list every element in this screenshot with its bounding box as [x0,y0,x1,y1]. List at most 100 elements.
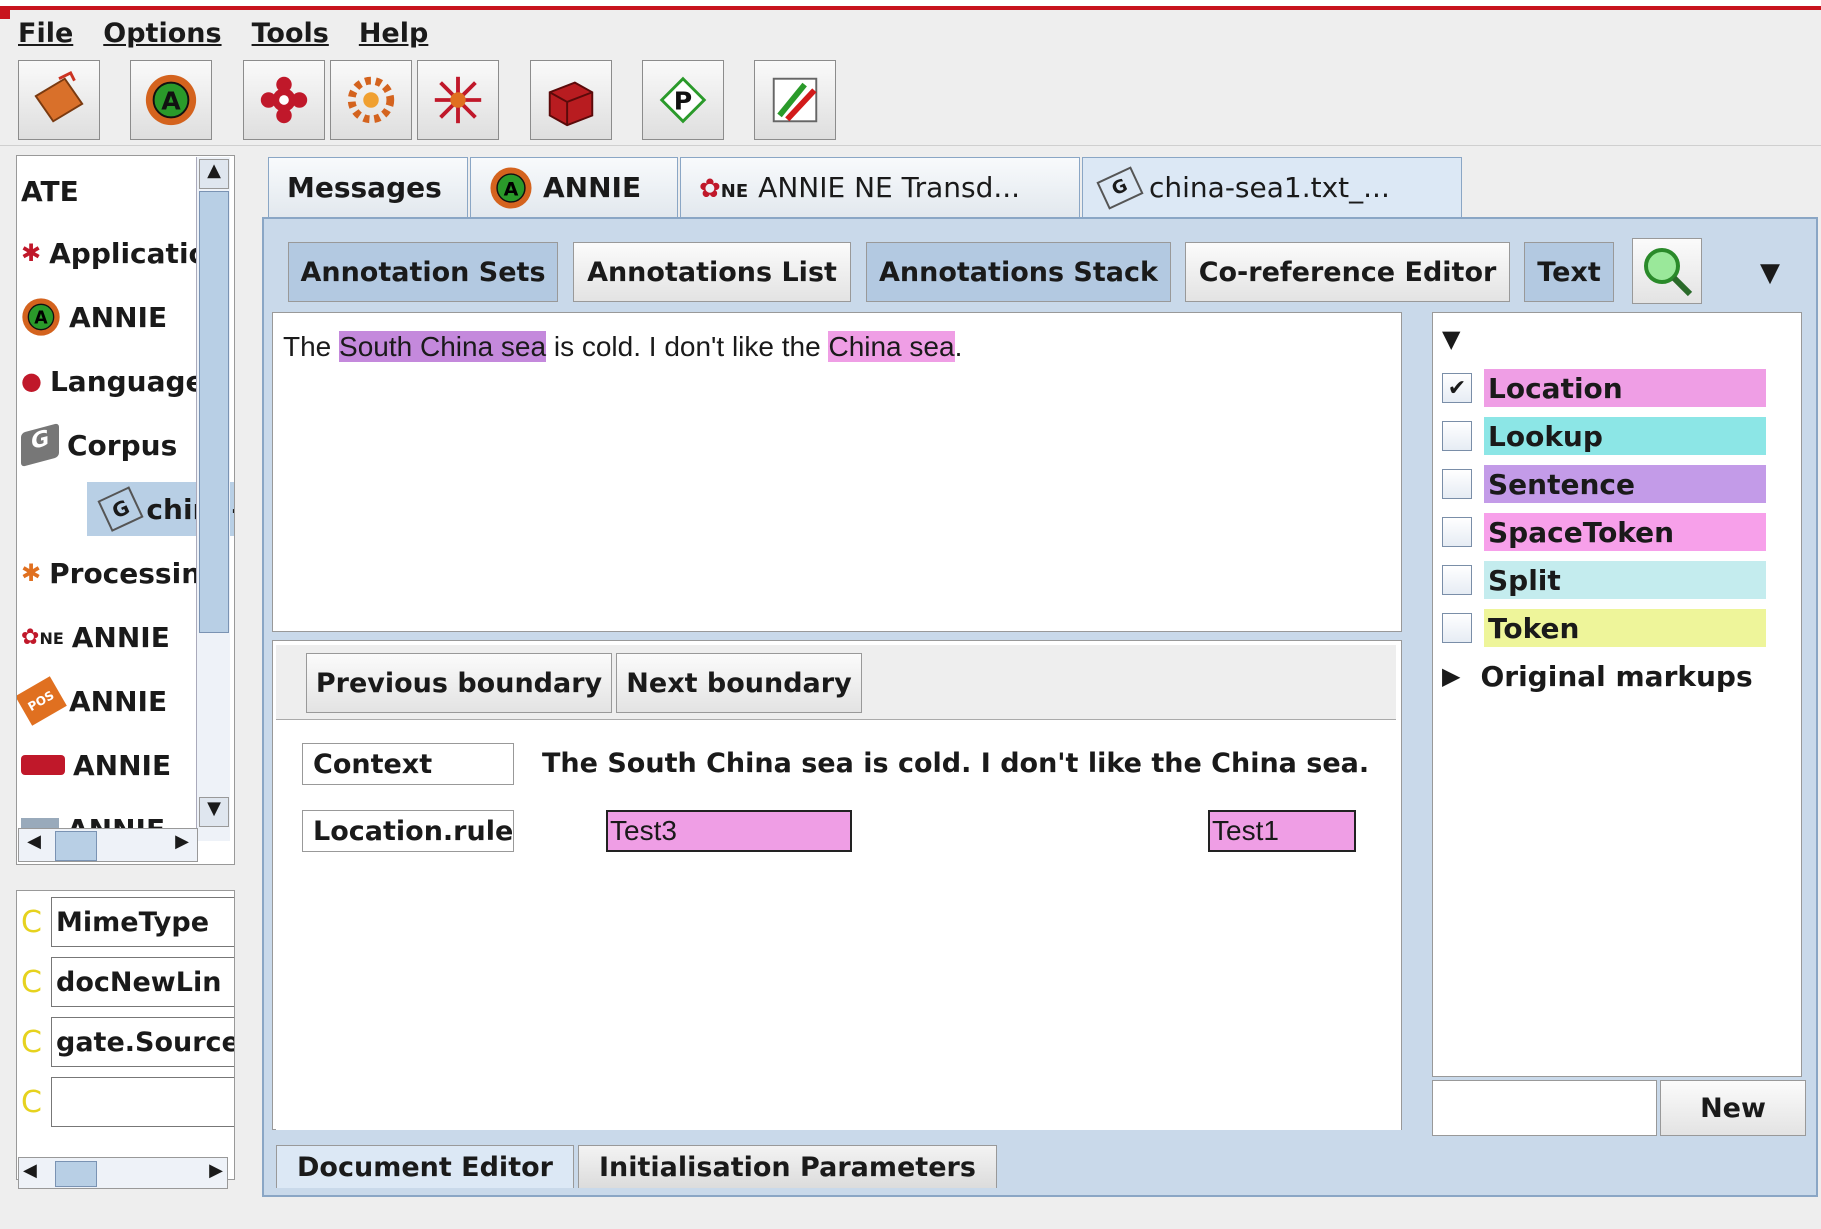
scroll-right-arrow[interactable]: ▶ [209,1160,223,1181]
set-row-spacetoken[interactable]: SpaceToken [1442,512,1766,552]
restore-session-button[interactable] [18,60,100,140]
annotation-box-test1[interactable]: Test1 [1208,810,1356,852]
annotations-list-toggle[interactable]: Annotations List [573,242,851,302]
toolbar: A P [0,54,1821,146]
menu-options[interactable]: Options [103,18,221,49]
applications-icon: ✱ [21,239,42,267]
checkbox[interactable] [1442,469,1472,499]
tab-document[interactable]: G china-sea1.txt_... [1082,157,1462,217]
previous-boundary-button[interactable]: Previous boundary [306,653,612,713]
load-annie-button[interactable]: A [130,60,212,140]
ne-transducer-icon: ✿NE [699,174,749,204]
tree-item-corpus[interactable]: G Corpus [21,418,177,472]
tree-item-language-resources[interactable]: ● Language [21,354,205,408]
features-table: C MimeType CdocNewLin Cgate.Source C [16,890,235,1180]
document-text[interactable]: The South China sea is cold. I don't lik… [283,331,962,363]
location-rule-label: Location.rule [302,810,514,852]
tree-root[interactable]: ATE [21,164,79,218]
original-markups-set[interactable]: ▶ Original markups [1442,656,1753,696]
scroll-up-arrow[interactable]: ▲ [199,159,229,189]
tab-ne-transducer[interactable]: ✿NE ANNIE NE Transd... [680,157,1080,217]
status-bar [0,1200,1821,1229]
checkbox[interactable] [1442,613,1472,643]
set-row-split[interactable]: Split [1442,560,1766,600]
title-strip [0,0,1821,10]
scroll-left-arrow[interactable]: ◀ [23,1160,37,1181]
annotations-stack-toggle[interactable]: Annotations Stack [866,242,1171,302]
tree-item-applications[interactable]: ✱ Applicatio [21,226,208,280]
annie-icon: A [145,74,197,126]
restore-session-icon [34,71,84,123]
tab-messages[interactable]: Messages [268,157,468,217]
gazetteer-icon [21,755,65,775]
checkbox[interactable]: ✔ [1442,373,1472,403]
feature-row[interactable]: CdocNewLin [21,955,234,1009]
new-processing-resource-button[interactable] [330,60,412,140]
menu-help[interactable]: Help [359,18,429,49]
new-language-resource-button[interactable] [243,60,325,140]
feature-row[interactable]: C [21,1075,234,1129]
search-icon [1644,248,1693,297]
set-row-sentence[interactable]: Sentence [1442,464,1766,504]
tab-initialisation-parameters[interactable]: Initialisation Parameters [578,1145,997,1188]
set-row-location[interactable]: ✔ Location [1442,368,1766,408]
svg-text:A: A [504,178,519,200]
svg-text:A: A [161,87,181,116]
annotation-box-test3[interactable]: Test3 [606,810,852,852]
set-row-lookup[interactable]: Lookup [1442,416,1766,456]
open-datastore-button[interactable] [530,60,612,140]
feature-row[interactable]: Cgate.Source [21,1015,234,1069]
language-resource-icon [260,76,308,124]
coreference-editor-toggle[interactable]: Co-reference Editor [1185,242,1510,302]
menu-tools[interactable]: Tools [252,18,329,49]
scroll-down-arrow[interactable]: ▼ [199,797,229,827]
export-icon [772,77,818,123]
tree-vertical-scrollbar[interactable]: ▲ ▼ [196,157,230,841]
text-toggle[interactable]: Text [1524,242,1614,302]
search-button[interactable] [1632,238,1702,304]
svg-text:P: P [674,87,692,116]
tree-item-ne-transducer[interactable]: ✿NE ANNIE [21,610,170,664]
annotation-highlight[interactable]: China sea [828,331,955,362]
tree-item-gazetteer[interactable]: ANNIE [21,738,171,792]
plugin-manager-icon: P [659,76,707,124]
document-text-pane[interactable]: The South China sea is cold. I don't lik… [272,312,1402,632]
tree-item-processing-resources[interactable]: ✱ Processin [21,546,201,600]
new-datastore-button[interactable] [417,60,499,140]
feature-row[interactable]: C MimeType [21,895,234,949]
annotation-highlight[interactable]: South China sea [339,331,547,362]
context-label: Context [302,743,514,785]
language-resources-icon: ● [21,367,42,395]
data-store-icon [434,76,482,124]
context-text: The South China sea is cold. I don't lik… [542,748,1370,779]
features-horizontal-scrollbar[interactable]: ◀ ▶ [18,1157,228,1189]
scroll-thumb[interactable] [199,191,229,633]
default-set-expander-icon[interactable]: ▼ [1442,325,1460,353]
checkbox[interactable] [1442,565,1472,595]
annie-icon: A [22,298,60,336]
scroll-right-arrow[interactable]: ▶ [169,831,195,859]
stack-navigation-bar: Previous boundary Next boundary [276,645,1396,720]
document-icon: G [97,486,144,532]
menu-file[interactable]: File [18,18,73,49]
corpus-icon: G [21,422,59,468]
tree-item-pos-tagger[interactable]: POS ANNIE [17,674,167,728]
tree-horizontal-scrollbar[interactable]: ◀ ▶ [18,828,198,862]
pos-tagger-icon: POS [17,676,67,726]
hscroll-thumb[interactable] [55,831,97,861]
annotation-sets-toggle[interactable]: Annotation Sets [288,242,558,302]
tab-document-editor[interactable]: Document Editor [276,1145,574,1188]
checkbox[interactable] [1442,421,1472,451]
set-row-token[interactable]: Token [1442,608,1766,648]
next-boundary-button[interactable]: Next boundary [616,653,862,713]
tab-annie[interactable]: A ANNIE [470,157,678,217]
hscroll-thumb[interactable] [55,1161,97,1187]
tree-item-annie[interactable]: A ANNIE [21,290,167,344]
annotation-diff-button[interactable] [754,60,836,140]
checkbox[interactable] [1442,517,1472,547]
plugin-manager-button[interactable]: P [642,60,724,140]
chevron-down-icon[interactable]: ▼ [1760,258,1790,288]
new-set-button[interactable]: New [1660,1080,1806,1136]
scroll-left-arrow[interactable]: ◀ [21,831,47,859]
new-set-name-input[interactable] [1432,1080,1657,1136]
